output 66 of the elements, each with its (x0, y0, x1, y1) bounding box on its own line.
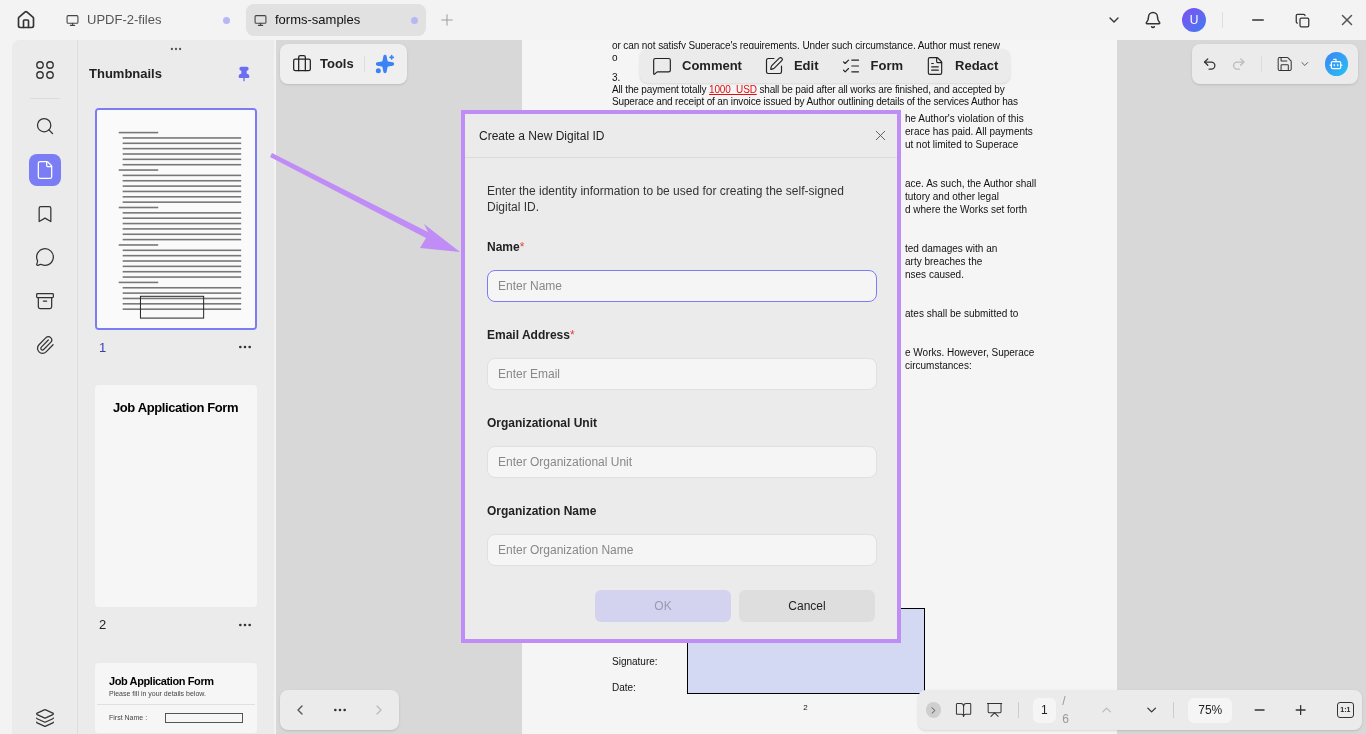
document-text: he Author's violation of this (905, 112, 1024, 125)
field-label: Date: (612, 682, 636, 694)
archive-icon (34, 290, 55, 311)
dialog-title: Create a New Digital ID (479, 127, 605, 145)
speech-bubble-icon (652, 56, 672, 76)
paperclip-icon (34, 334, 55, 355)
page-number: 1 (99, 338, 107, 357)
home-icon[interactable] (16, 10, 36, 30)
document-text: ace. As such, the Author shall (905, 177, 1037, 190)
page-input[interactable]: 1 (1032, 697, 1057, 723)
document-text: ut not limited to Superace (905, 138, 1019, 151)
toolbar-button[interactable]: Edit (763, 56, 819, 76)
page-thumbnail[interactable]: Job Application Form (95, 385, 257, 607)
panel-title: Thumbnails (89, 65, 162, 83)
document-icon (925, 56, 945, 76)
reader-icon[interactable] (955, 701, 973, 719)
document-text: tutory and other legal (905, 190, 999, 203)
document-text: or can not satisfy Superace's requirements. Under such circumstance, Author must renew (612, 40, 1000, 52)
document-text: arty breaches the (905, 255, 983, 268)
toolbar-button[interactable]: Form (840, 56, 903, 76)
apps-icon (34, 59, 55, 80)
input-field[interactable]: Enter Name (487, 270, 877, 302)
field-label: Organizational Unit (487, 415, 597, 432)
toolbar-button[interactable]: Comment (652, 56, 742, 76)
monitor-icon (254, 13, 267, 27)
chat-icon (34, 247, 55, 268)
document-text: circumstances: (905, 359, 972, 372)
zoom-in-icon[interactable] (1293, 702, 1309, 718)
document-text: Superace and receipt of an invoice issued by Author outlining details of the services Author has (612, 96, 1018, 108)
field-label: Signature: (612, 656, 658, 668)
pen-square-icon (763, 56, 784, 76)
clause-number: 3. (612, 72, 621, 84)
page-number: 2 (99, 616, 107, 634)
save-icon[interactable] (1275, 55, 1294, 73)
page-number: 2 (803, 702, 808, 714)
toolbox-icon (292, 54, 312, 74)
restore-icon[interactable] (1295, 12, 1310, 28)
assistant-icon[interactable] (1324, 52, 1348, 76)
sparkle-icon[interactable] (374, 54, 395, 74)
field-label: Organization Name (487, 503, 597, 520)
cancel-button[interactable]: Cancel (739, 590, 875, 622)
pin-icon[interactable] (236, 65, 252, 82)
field-label: Email Address* (487, 327, 575, 344)
document-text: ted damages with an (905, 242, 998, 255)
layers-icon (34, 708, 55, 729)
undo-icon[interactable] (1202, 56, 1218, 72)
presentation-icon[interactable] (986, 701, 1004, 719)
notification-icon[interactable] (1144, 11, 1162, 29)
thumbnail-title: Job Application Form (113, 400, 239, 415)
dialog-description: Enter the identity information to be used for creating the self-signed Digital ID. (487, 183, 845, 215)
document-text: nses caused. (905, 268, 964, 281)
zoom-field[interactable]: 75% (1188, 697, 1233, 723)
document-text: d where the Works set forth (905, 203, 1028, 216)
document-text: e Works. However, Superace (905, 346, 1035, 359)
field-label: Name* (487, 239, 525, 256)
document-text: o (612, 52, 618, 64)
page-total: / 6 (1062, 693, 1070, 728)
document-tab[interactable]: forms-samples (246, 4, 426, 36)
document-text: All the payment totally 1000_USD shall be paid after all works are finished, and accepted by (612, 84, 1005, 96)
document-text: ates shall be submitted to (905, 307, 1019, 320)
document-text: erace has paid. All payments (905, 125, 1033, 138)
monitor-icon (66, 13, 79, 27)
toolbar-button[interactable]: Redact (925, 56, 999, 76)
user-avatar[interactable]: U (1182, 8, 1206, 32)
search-icon (34, 116, 55, 137)
thumbnail-title: Job Application Form (109, 673, 215, 689)
